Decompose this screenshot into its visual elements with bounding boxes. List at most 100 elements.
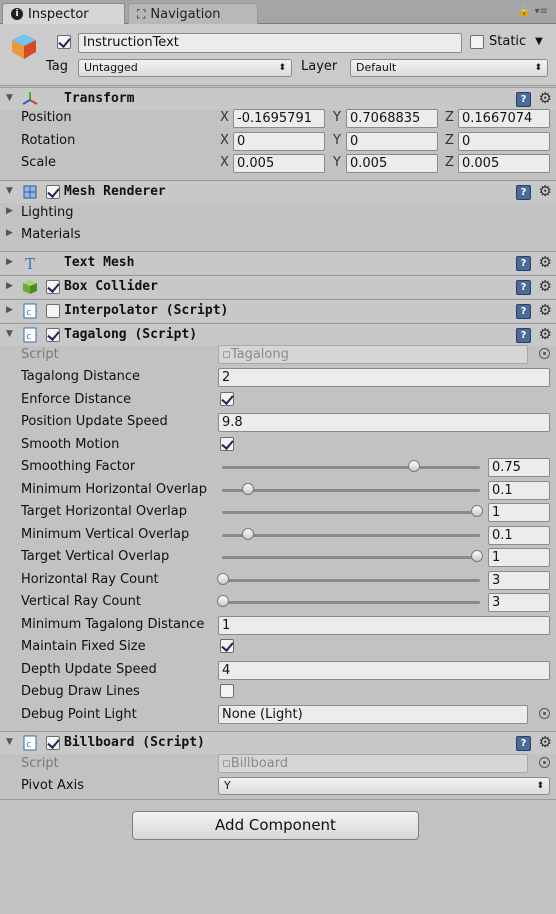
gear-icon[interactable]: ⚙ — [539, 733, 552, 751]
gameobject-active-checkbox[interactable] — [57, 35, 71, 49]
rotation-x-field[interactable]: 0 — [233, 132, 325, 151]
axis-y-label[interactable]: Y — [333, 155, 341, 170]
pivot-axis-dropdown[interactable]: Y ⬍ — [218, 777, 550, 795]
smooth-motion-checkbox[interactable] — [220, 437, 234, 451]
vertical-ray-count-field[interactable]: 3 — [488, 593, 550, 612]
interpolator-header[interactable]: ▶ c Interpolator (Script) ? ⚙ — [0, 299, 556, 322]
tagalong-enabled-checkbox[interactable] — [46, 328, 60, 342]
maintain-fixed-size-checkbox[interactable] — [220, 639, 234, 653]
static-checkbox[interactable] — [470, 34, 484, 49]
mesh-renderer-enabled-checkbox[interactable] — [46, 185, 60, 199]
add-component-button[interactable]: Add Component — [132, 811, 419, 840]
rotation-y-field[interactable]: 0 — [346, 132, 438, 151]
foldout-open-icon[interactable]: ▼ — [6, 93, 13, 103]
help-icon[interactable]: ? — [516, 280, 531, 295]
min-vertical-overlap-field[interactable]: 0.1 — [488, 526, 550, 545]
materials-foldout[interactable]: ▶ Materials — [0, 224, 556, 246]
gear-icon[interactable]: ⚙ — [539, 253, 552, 271]
slider-thumb[interactable] — [407, 460, 420, 472]
smoothing-factor-field[interactable]: 0.75 — [488, 458, 550, 477]
horizontal-ray-count-slider[interactable] — [222, 579, 480, 582]
foldout-closed-icon[interactable]: ▶ — [6, 228, 13, 238]
tab-navigation[interactable]: ⛶ Navigation — [128, 3, 258, 24]
axis-x-label[interactable]: X — [220, 155, 229, 170]
foldout-open-icon[interactable]: ▼ — [6, 329, 13, 339]
axis-x-label[interactable]: X — [220, 133, 229, 148]
text-mesh-header[interactable]: ▶ T Text Mesh ? ⚙ — [0, 251, 556, 274]
target-vertical-overlap-slider[interactable] — [222, 556, 480, 559]
interpolator-enabled-checkbox[interactable] — [46, 304, 60, 318]
target-vertical-overlap-field[interactable]: 1 — [488, 548, 550, 567]
mesh-renderer-header[interactable]: ▼ Mesh Renderer ? ⚙ — [0, 180, 556, 203]
smoothing-factor-slider[interactable] — [222, 466, 480, 469]
billboard-header[interactable]: ▼ c Billboard (Script) ? ⚙ — [0, 731, 556, 754]
gear-icon[interactable]: ⚙ — [539, 277, 552, 295]
scale-x-field[interactable]: 0.005 — [233, 154, 325, 173]
position-x-field[interactable]: -0.1695791 — [233, 109, 325, 128]
foldout-closed-icon[interactable]: ▶ — [6, 305, 13, 315]
foldout-closed-icon[interactable]: ▶ — [6, 257, 13, 267]
slider-thumb[interactable] — [217, 573, 229, 585]
updown-icon: ⬍ — [278, 63, 286, 73]
axis-z-label[interactable]: Z — [445, 133, 454, 148]
axis-x-label[interactable]: X — [220, 110, 229, 125]
tagalong-header[interactable]: ▼ c Tagalong (Script) ? ⚙ — [0, 323, 556, 346]
depth-update-speed-field[interactable]: 4 — [218, 661, 550, 680]
debug-draw-lines-checkbox[interactable] — [220, 684, 234, 698]
lighting-foldout[interactable]: ▶ Lighting — [0, 202, 556, 224]
box-collider-header[interactable]: ▶ Box Collider ? ⚙ — [0, 275, 556, 298]
slider-thumb[interactable] — [471, 505, 483, 517]
help-icon[interactable]: ? — [516, 328, 531, 343]
foldout-closed-icon[interactable]: ▶ — [6, 281, 13, 291]
tagalong-distance-field[interactable]: 2 — [218, 368, 550, 387]
slider-thumb[interactable] — [242, 528, 255, 540]
axis-z-label[interactable]: Z — [445, 155, 454, 170]
foldout-closed-icon[interactable]: ▶ — [6, 206, 13, 216]
enforce-distance-checkbox[interactable] — [220, 392, 234, 406]
help-icon[interactable]: ? — [516, 92, 531, 107]
scale-y-field[interactable]: 0.005 — [346, 154, 438, 173]
object-picker-icon[interactable] — [539, 708, 550, 719]
help-icon[interactable]: ? — [516, 736, 531, 751]
menu-icon[interactable]: ▾≡ — [535, 6, 548, 17]
scale-z-field[interactable]: 0.005 — [458, 154, 550, 173]
min-vertical-overlap-slider[interactable] — [222, 534, 480, 537]
foldout-open-icon[interactable]: ▼ — [6, 186, 13, 196]
axis-z-label[interactable]: Z — [445, 110, 454, 125]
position-update-speed-field[interactable]: 9.8 — [218, 413, 550, 432]
debug-point-light-field[interactable]: None (Light) — [218, 705, 528, 724]
foldout-open-icon[interactable]: ▼ — [6, 737, 13, 747]
slider-thumb[interactable] — [471, 550, 483, 562]
gear-icon[interactable]: ⚙ — [539, 301, 552, 319]
min-horizontal-overlap-slider[interactable] — [222, 489, 480, 492]
slider-thumb[interactable] — [242, 483, 255, 495]
gear-icon[interactable]: ⚙ — [539, 89, 552, 107]
tab-inspector-label: Inspector — [28, 6, 89, 22]
layer-dropdown[interactable]: Default ⬍ — [350, 59, 548, 77]
gameobject-name-field[interactable]: InstructionText — [78, 33, 462, 53]
static-toggle[interactable]: Static ▼ — [470, 34, 543, 49]
target-horizontal-overlap-slider[interactable] — [222, 511, 480, 514]
lock-icon[interactable]: 🔒 — [518, 6, 530, 17]
vertical-ray-count-slider[interactable] — [222, 601, 480, 604]
axis-y-label[interactable]: Y — [333, 133, 341, 148]
billboard-enabled-checkbox[interactable] — [46, 736, 60, 750]
rotation-z-field[interactable]: 0 — [458, 132, 550, 151]
gear-icon[interactable]: ⚙ — [539, 182, 552, 200]
help-icon[interactable]: ? — [516, 304, 531, 319]
box-collider-enabled-checkbox[interactable] — [46, 280, 60, 294]
min-horizontal-overlap-field[interactable]: 0.1 — [488, 481, 550, 500]
static-dropdown-icon[interactable]: ▼ — [535, 36, 543, 47]
position-z-field[interactable]: 0.1667074 — [458, 109, 550, 128]
slider-thumb[interactable] — [217, 595, 229, 607]
horizontal-ray-count-field[interactable]: 3 — [488, 571, 550, 590]
help-icon[interactable]: ? — [516, 256, 531, 271]
position-y-field[interactable]: 0.7068835 — [346, 109, 438, 128]
help-icon[interactable]: ? — [516, 185, 531, 200]
gear-icon[interactable]: ⚙ — [539, 325, 552, 343]
min-tagalong-distance-field[interactable]: 1 — [218, 616, 550, 635]
tag-dropdown[interactable]: Untagged ⬍ — [78, 59, 292, 77]
tab-inspector[interactable]: i Inspector — [2, 3, 125, 24]
target-horizontal-overlap-field[interactable]: 1 — [488, 503, 550, 522]
axis-y-label[interactable]: Y — [333, 110, 341, 125]
